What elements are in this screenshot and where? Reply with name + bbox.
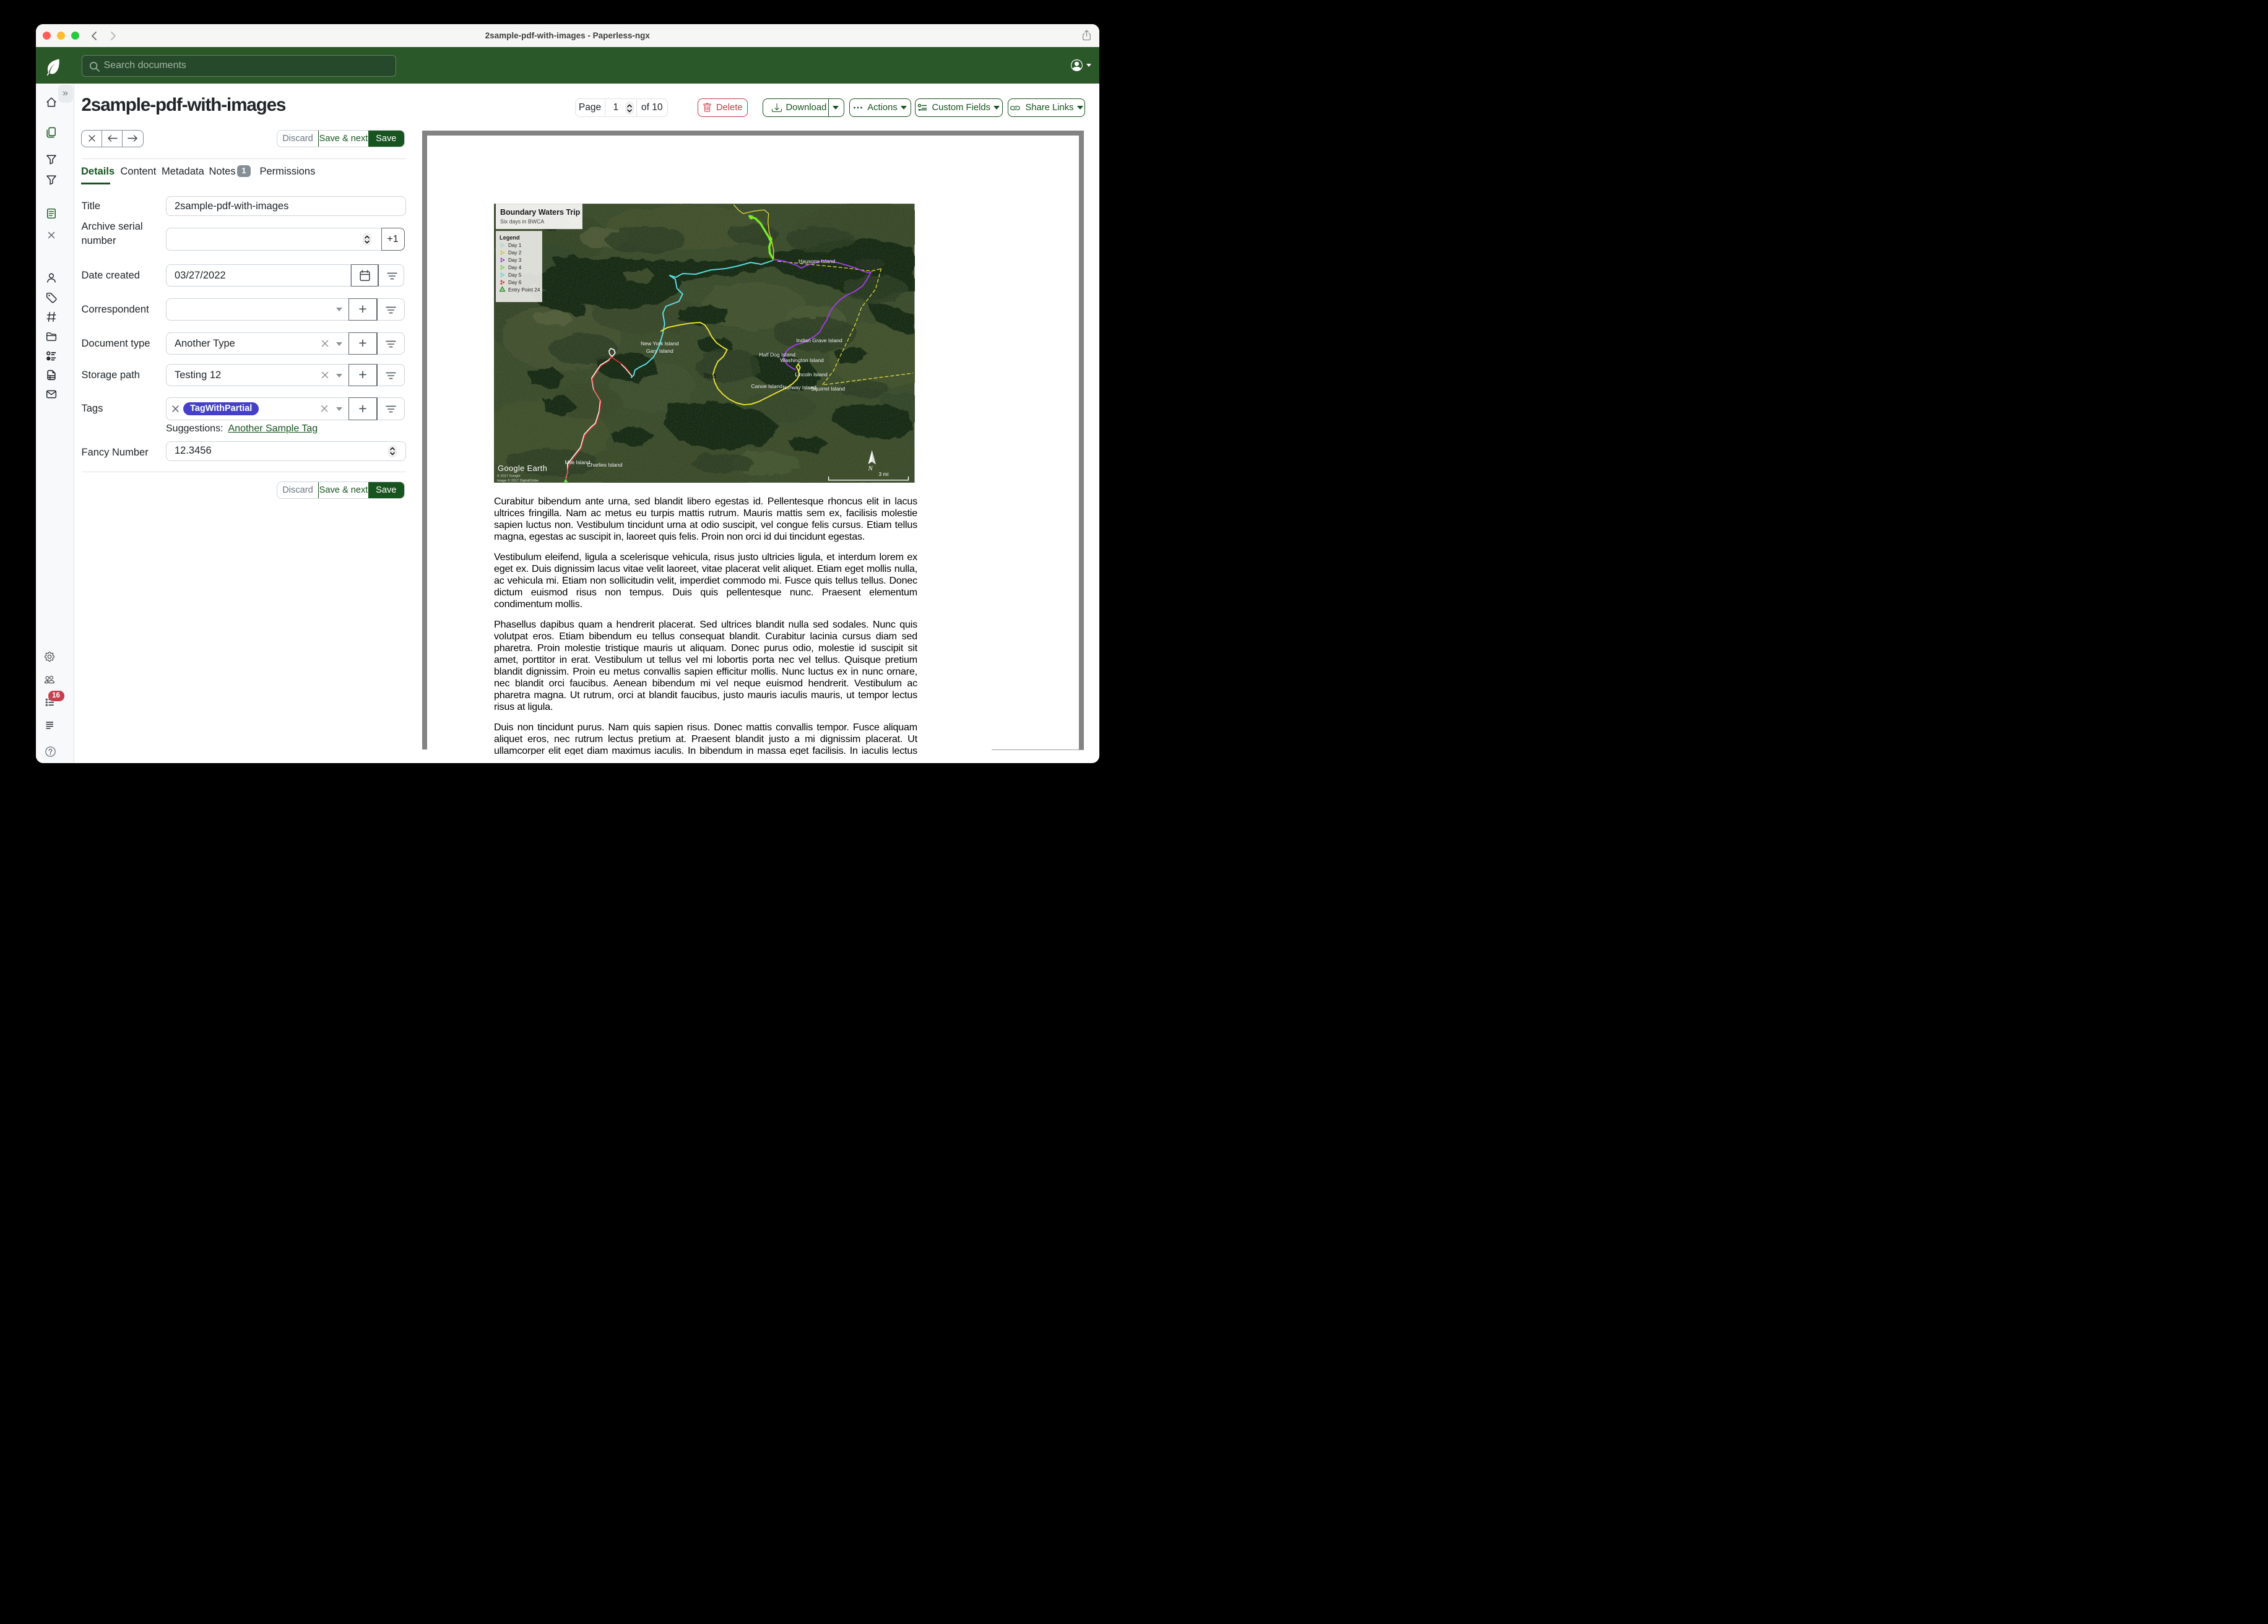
svg-text:Mile Island: Mile Island bbox=[565, 459, 590, 465]
svg-text:Entry Point 24: Entry Point 24 bbox=[508, 287, 540, 293]
svg-text:Six days in BWCA: Six days in BWCA bbox=[500, 218, 544, 225]
svg-text:Day 4: Day 4 bbox=[508, 265, 522, 270]
svg-text:Day 6: Day 6 bbox=[508, 280, 522, 285]
svg-text:Gary Island: Gary Island bbox=[646, 347, 673, 353]
svg-text:Text: Text bbox=[703, 372, 717, 379]
svg-text:Day 5: Day 5 bbox=[508, 272, 522, 278]
svg-text:Indian Grave Island: Indian Grave Island bbox=[796, 337, 842, 343]
svg-text:Lincoln Island: Lincoln Island bbox=[795, 371, 828, 377]
svg-text:Legend: Legend bbox=[500, 235, 520, 241]
svg-text:Day 2: Day 2 bbox=[508, 250, 522, 256]
svg-text:3 mi: 3 mi bbox=[879, 470, 889, 477]
svg-text:Squirrel Island: Squirrel Island bbox=[811, 385, 845, 391]
svg-text:New York Island: New York Island bbox=[641, 340, 679, 346]
svg-text:Day 1: Day 1 bbox=[508, 243, 522, 248]
svg-text:Day 3: Day 3 bbox=[508, 257, 522, 263]
svg-text:Canoe Island: Canoe Island bbox=[751, 382, 782, 389]
svg-text:© 2017 Google: © 2017 Google bbox=[497, 473, 521, 478]
svg-text:Image © 2017 DigitalGlobe: Image © 2017 DigitalGlobe bbox=[497, 478, 539, 482]
svg-text:Google Earth: Google Earth bbox=[498, 463, 547, 472]
svg-text:Charlies Island: Charlies Island bbox=[587, 461, 622, 467]
svg-text:Boundary Waters Trip: Boundary Waters Trip bbox=[500, 208, 581, 217]
svg-text:N: N bbox=[868, 464, 873, 472]
svg-text:Washington Island: Washington Island bbox=[781, 356, 824, 363]
svg-text:Hausons Island: Hausons Island bbox=[799, 258, 835, 264]
